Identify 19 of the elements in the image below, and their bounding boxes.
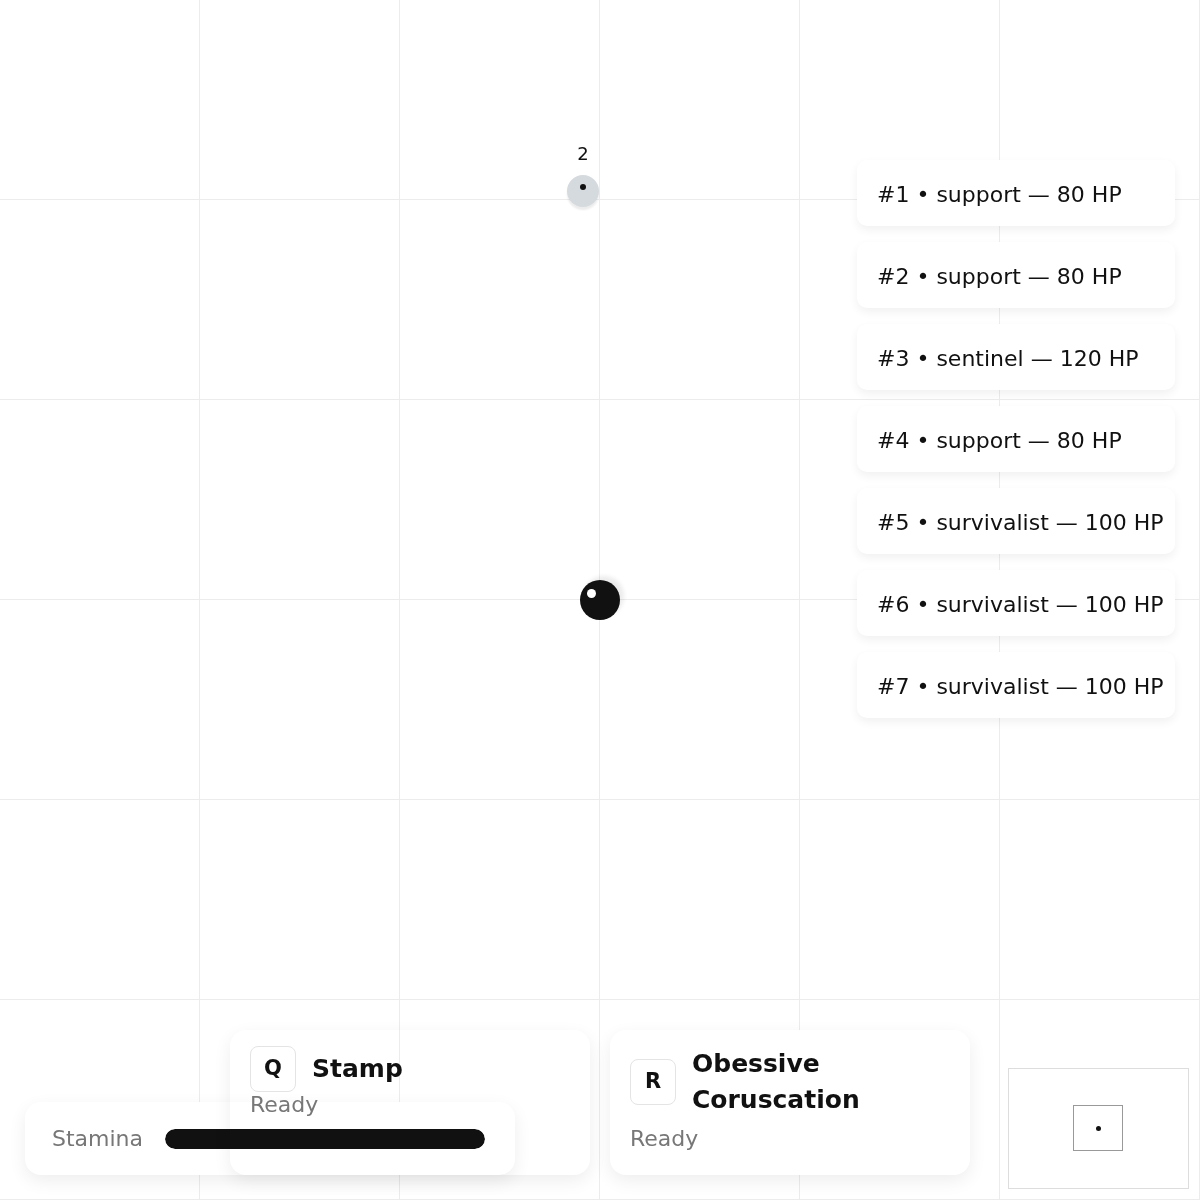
- minimap-viewport: [1073, 1105, 1123, 1151]
- stamina-label: Stamina: [52, 1125, 144, 1153]
- minimap-player-dot: [1096, 1126, 1101, 1131]
- ally-unit: [567, 175, 599, 207]
- roster-item[interactable]: #7 • survivalist — 100 HP: [857, 652, 1175, 718]
- ability-name: Obessive Coruscation: [692, 1048, 861, 1116]
- hotkey-key: Q: [250, 1046, 296, 1092]
- roster-item[interactable]: #4 • support — 80 HP: [857, 406, 1175, 472]
- roster-item[interactable]: #2 • support — 80 HP: [857, 242, 1175, 308]
- ability-status: Ready: [630, 1125, 700, 1153]
- ability-status: Ready: [250, 1092, 320, 1118]
- player-unit: [580, 580, 620, 620]
- ability-name: Stamp: [312, 1053, 403, 1085]
- roster-item[interactable]: #3 • sentinel — 120 HP: [857, 324, 1175, 390]
- unit-label: 2: [576, 142, 590, 166]
- roster-item[interactable]: #1 • support — 80 HP: [857, 160, 1175, 226]
- hotkey-key: R: [630, 1059, 676, 1105]
- roster-item[interactable]: #5 • survivalist — 100 HP: [857, 488, 1175, 554]
- roster-item[interactable]: #6 • survivalist — 100 HP: [857, 570, 1175, 636]
